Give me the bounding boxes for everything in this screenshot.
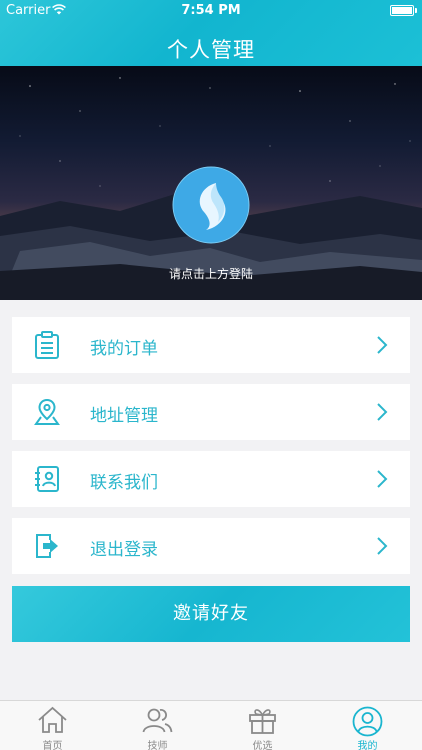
page-title: 个人管理	[167, 38, 255, 62]
chevron-right-icon	[377, 470, 388, 488]
tab-label-featured: 优选	[252, 741, 273, 750]
users-icon	[142, 708, 173, 733]
order-list-icon	[35, 331, 59, 359]
tab-label-technicians: 技师	[147, 741, 168, 750]
battery-icon	[390, 5, 414, 16]
home-icon	[38, 706, 67, 733]
map-pin-icon	[34, 398, 60, 425]
menu-item-orders[interactable]: 我的订单	[12, 317, 410, 373]
tab-technicians[interactable]: 技师	[105, 701, 210, 750]
menu-label-address: 地址管理	[90, 406, 158, 426]
logout-icon	[36, 534, 58, 558]
chevron-right-icon	[377, 537, 388, 555]
tab-mine[interactable]: 我的	[315, 701, 420, 750]
header-bar: Carrier 7:54 PM 个人管理	[0, 0, 422, 66]
battery-tip	[415, 8, 417, 13]
tab-label-home: 首页	[42, 741, 63, 750]
login-avatar-button[interactable]	[172, 166, 250, 244]
menu-item-contact[interactable]: 联系我们	[12, 451, 410, 507]
profile-icon	[352, 706, 383, 737]
menu-item-logout[interactable]: 退出登录	[12, 518, 410, 574]
chevron-right-icon	[377, 403, 388, 421]
contact-card-icon	[35, 466, 59, 492]
menu-label-orders: 我的订单	[90, 339, 158, 359]
menu-label-logout: 退出登录	[90, 540, 158, 560]
login-prompt[interactable]: 请点击上方登陆	[0, 265, 422, 282]
tab-featured[interactable]: 优选	[210, 701, 315, 750]
tab-bar: 首页 技师 优选 我的	[0, 700, 422, 750]
menu-label-contact: 联系我们	[90, 473, 158, 493]
clock: 7:54 PM	[181, 3, 241, 18]
menu-item-address[interactable]: 地址管理	[12, 384, 410, 440]
chevron-right-icon	[377, 336, 388, 354]
tab-label-mine: 我的	[357, 741, 378, 750]
invite-friends-button[interactable]: 邀请好友	[12, 586, 410, 642]
tab-home[interactable]: 首页	[0, 701, 105, 750]
gift-icon	[249, 709, 276, 734]
profile-screen: Carrier 7:54 PM 个人管理 请点击上方登陆 我的订单 地址管理 联…	[0, 0, 422, 750]
status-bar: Carrier 7:54 PM	[0, 0, 422, 22]
profile-banner: 请点击上方登陆	[0, 66, 422, 300]
